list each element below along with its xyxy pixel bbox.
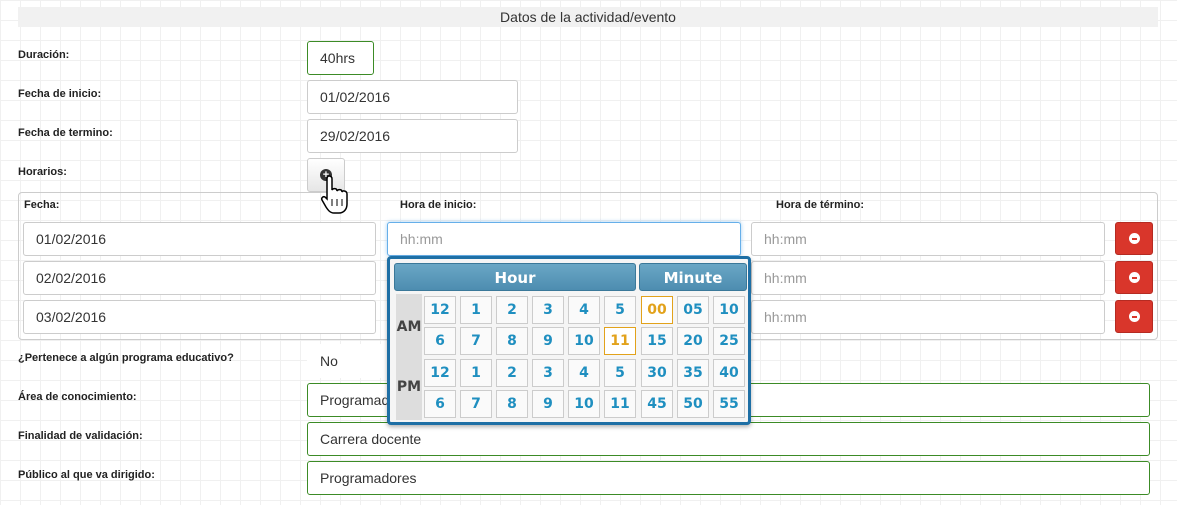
publico-label: Público al que va dirigido: [18,469,155,481]
hour-cell-am-6[interactable]: 6 [424,327,456,355]
hour-cell-am-7[interactable]: 7 [460,327,492,355]
hour-cell-pm-5[interactable]: 5 [604,359,636,387]
fecha-inicio-field[interactable]: 01/02/2016 [307,80,518,114]
hour-cell-pm-12[interactable]: 12 [424,359,456,387]
hour-cell-pm-8[interactable]: 8 [496,390,528,418]
hour-cell-pm-2[interactable]: 2 [496,359,528,387]
minute-cell-20[interactable]: 20 [677,327,709,355]
minute-cell-40[interactable]: 40 [713,359,745,387]
hour-cell-pm-4[interactable]: 4 [568,359,600,387]
fecha-field-row-1[interactable]: 01/02/2016 [23,222,376,256]
programa-label: ¿Pertenece a algún programa educativo? [18,352,234,364]
hour-cell-pm-9[interactable]: 9 [532,390,564,418]
delete-row-2-button[interactable] [1115,261,1153,294]
hora-inicio-field-row-1[interactable]: hh:mm [387,222,741,256]
minus-circle-icon [1128,272,1140,283]
hour-cell-pm-3[interactable]: 3 [532,359,564,387]
hour-cell-am-10[interactable]: 10 [568,327,600,355]
minus-circle-icon [1128,311,1140,322]
minus-circle-icon [1128,233,1140,244]
hour-cell-pm-6[interactable]: 6 [424,390,456,418]
hora-termino-field-row-3[interactable]: hh:mm [751,300,1105,334]
minute-cell-05[interactable]: 05 [677,296,709,324]
hour-cell-am-1[interactable]: 1 [460,296,492,324]
fecha-termino-field[interactable]: 29/02/2016 [307,119,518,153]
minute-cell-50[interactable]: 50 [677,390,709,418]
area-label: Área de conocimiento: [18,391,137,403]
programa-select[interactable]: No [307,344,397,378]
finalidad-label: Finalidad de validación: [18,430,143,442]
am-label: AM [396,319,422,335]
minute-cell-55[interactable]: 55 [713,390,745,418]
ampm-column [396,294,422,420]
minute-cell-10[interactable]: 10 [713,296,745,324]
timepicker-popup: Hour Minute AM PM 12 1 2 3 4 5 6 7 8 9 10 11 12 1 2 3 4 5… [387,256,751,425]
duracion-field[interactable]: 40hrs [307,41,374,75]
hour-cell-pm-1[interactable]: 1 [460,359,492,387]
fecha-field-row-3[interactable]: 03/02/2016 [23,300,376,334]
pm-label: PM [396,379,422,395]
delete-row-3-button[interactable] [1115,300,1153,333]
fecha-termino-label: Fecha de termino: [18,127,113,139]
publico-field[interactable]: Programadores [307,461,1150,495]
minute-cell-15[interactable]: 15 [641,327,673,355]
hour-cell-pm-7[interactable]: 7 [460,390,492,418]
hand-cursor-icon [321,175,348,214]
hora-termino-column-header: Hora de término: [776,199,865,211]
fecha-field-row-2[interactable]: 02/02/2016 [23,261,376,295]
hour-cell-pm-10[interactable]: 10 [568,390,600,418]
horarios-label: Horarios: [18,166,67,178]
hora-termino-field-row-2[interactable]: hh:mm [751,261,1105,295]
hour-cell-pm-11[interactable]: 11 [604,390,636,418]
minute-cell-45[interactable]: 45 [641,390,673,418]
hour-cell-am-5[interactable]: 5 [604,296,636,324]
hour-cell-am-8[interactable]: 8 [496,327,528,355]
hour-cell-am-12[interactable]: 12 [424,296,456,324]
minute-cell-25[interactable]: 25 [713,327,745,355]
hora-termino-field-row-1[interactable]: hh:mm [751,222,1105,256]
hour-header: Hour [394,263,636,291]
minute-cell-35[interactable]: 35 [677,359,709,387]
hour-cell-am-3[interactable]: 3 [532,296,564,324]
minute-cell-30[interactable]: 30 [641,359,673,387]
finalidad-field[interactable]: Carrera docente [307,422,1150,456]
minute-header: Minute [639,263,747,291]
fecha-inicio-label: Fecha de inicio: [18,88,102,100]
hour-cell-am-2[interactable]: 2 [496,296,528,324]
fecha-column-header: Fecha: [24,199,60,211]
delete-row-1-button[interactable] [1115,222,1153,255]
hour-cell-am-9[interactable]: 9 [532,327,564,355]
hour-cell-am-11[interactable]: 11 [604,327,636,355]
hour-cell-am-4[interactable]: 4 [568,296,600,324]
section-title: Datos de la actividad/evento [18,7,1158,27]
hora-inicio-column-header: Hora de inicio: [400,199,477,211]
duracion-label: Duración: [18,49,70,61]
minute-cell-00[interactable]: 00 [641,296,673,324]
